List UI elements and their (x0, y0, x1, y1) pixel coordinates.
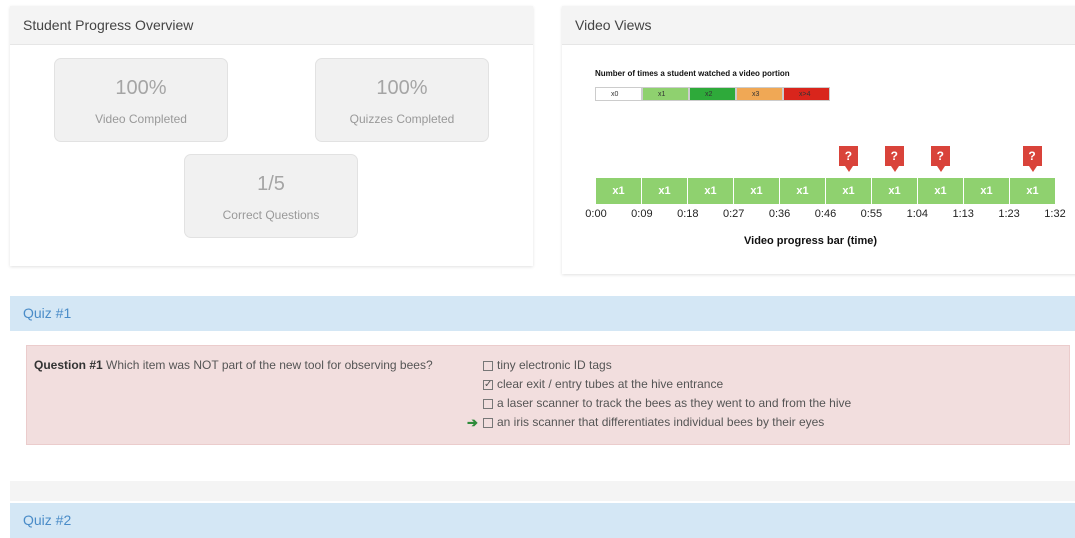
time-tick: 0:36 (768, 208, 791, 220)
time-tick: 0:46 (814, 208, 837, 220)
axis-label: Video progress bar (time) (744, 235, 878, 247)
time-tick: 1:23 (998, 208, 1020, 220)
video-views-panel: Video Views Number of times a student wa… (562, 6, 1075, 274)
answer-text: an iris scanner that differentiates indi… (497, 415, 825, 429)
legend-title: Number of times a student watched a vide… (595, 69, 790, 78)
quiz-1-header[interactable]: Quiz #1 (10, 296, 1075, 331)
answer-option[interactable]: tiny electronic ID tags (483, 356, 851, 375)
correct-questions-card: 1/5 Correct Questions (184, 154, 358, 238)
question-marker[interactable]: ? (838, 146, 858, 172)
question-1-text: Question #1 Which item was NOT part of t… (34, 356, 464, 374)
view-count-legend: x0 x1 x2 x3 x>4 (595, 87, 830, 101)
progress-segment: x1 (734, 178, 780, 204)
video-progress-bar: x1 x1 x1 x1 x1 x1 x1 x1 x1 x1 (596, 178, 1055, 204)
progress-segment: x1 (780, 178, 826, 204)
quizzes-completed-label: Quizzes Completed (349, 112, 455, 126)
progress-segment: x1 (596, 178, 642, 204)
correct-questions-label: Correct Questions (222, 208, 320, 222)
video-completed-card: 100% Video Completed (54, 58, 228, 142)
video-completed-label: Video Completed (95, 112, 187, 126)
video-completed-value: 100% (115, 77, 167, 99)
progress-segment: x1 (1026, 185, 1039, 197)
answer-checkbox[interactable] (483, 360, 493, 371)
legend-item-1: x1 (642, 87, 689, 101)
legend-item-4: x>4 (783, 87, 830, 101)
progress-segment: x1 (688, 178, 734, 204)
question-marker[interactable]: ? (884, 146, 904, 172)
quizzes-completed-value: 100% (376, 77, 428, 99)
answer-checkbox[interactable] (483, 417, 493, 428)
question-1-card: Question #1 Which item was NOT part of t… (26, 345, 1070, 445)
answer-checkbox[interactable]: ✓ (483, 379, 493, 390)
time-tick: 0:18 (677, 208, 699, 220)
quiz-2-header[interactable]: Quiz #2 (10, 503, 1075, 538)
answer-checkbox[interactable] (483, 398, 493, 409)
quizzes-completed-card: 100% Quizzes Completed (315, 58, 489, 142)
answer-text: tiny electronic ID tags (497, 358, 612, 372)
correct-questions-value: 1/5 (257, 173, 285, 195)
time-tick: 1:04 (906, 208, 928, 220)
answer-text: clear exit / entry tubes at the hive ent… (497, 377, 724, 391)
answer-option[interactable]: ✓ clear exit / entry tubes at the hive en… (483, 375, 851, 394)
time-tick: 0:55 (860, 208, 883, 220)
time-tick: 1:32 (1044, 208, 1066, 220)
answer-list: tiny electronic ID tags ✓ clear exit / ent… (467, 356, 851, 432)
progress-segment: x1 (918, 178, 964, 204)
answer-option[interactable]: ➔ an iris scanner that differentiates ind… (467, 413, 851, 432)
progress-segment: x1 (826, 178, 872, 204)
progress-segment: x1 (872, 178, 918, 204)
legend-item-3: x3 (736, 87, 783, 101)
progress-segment: x1 (642, 178, 688, 204)
student-progress-title: Student Progress Overview (10, 6, 533, 45)
time-tick: 0:00 (585, 208, 607, 220)
section-divider (10, 481, 1075, 501)
correct-answer-arrow-icon: ➔ (467, 415, 478, 430)
answer-option[interactable]: a laser scanner to track the bees as the… (483, 394, 851, 413)
question-number: Question #1 (34, 358, 103, 372)
legend-item-2: x2 (689, 87, 736, 101)
question-marker[interactable]: ? (1022, 146, 1042, 172)
time-tick: 0:09 (631, 208, 653, 220)
video-views-title: Video Views (562, 6, 1075, 45)
student-progress-panel: Student Progress Overview 100% Video Com… (10, 6, 533, 266)
question-marker[interactable]: ? (930, 146, 950, 172)
time-tick: 0:27 (722, 208, 745, 220)
time-tick: 1:13 (952, 208, 974, 220)
legend-item-0: x0 (595, 87, 642, 101)
question-prompt: Which item was NOT part of the new tool … (106, 358, 433, 372)
progress-segment: x1 (964, 178, 1010, 204)
answer-text: a laser scanner to track the bees as the… (497, 396, 852, 410)
